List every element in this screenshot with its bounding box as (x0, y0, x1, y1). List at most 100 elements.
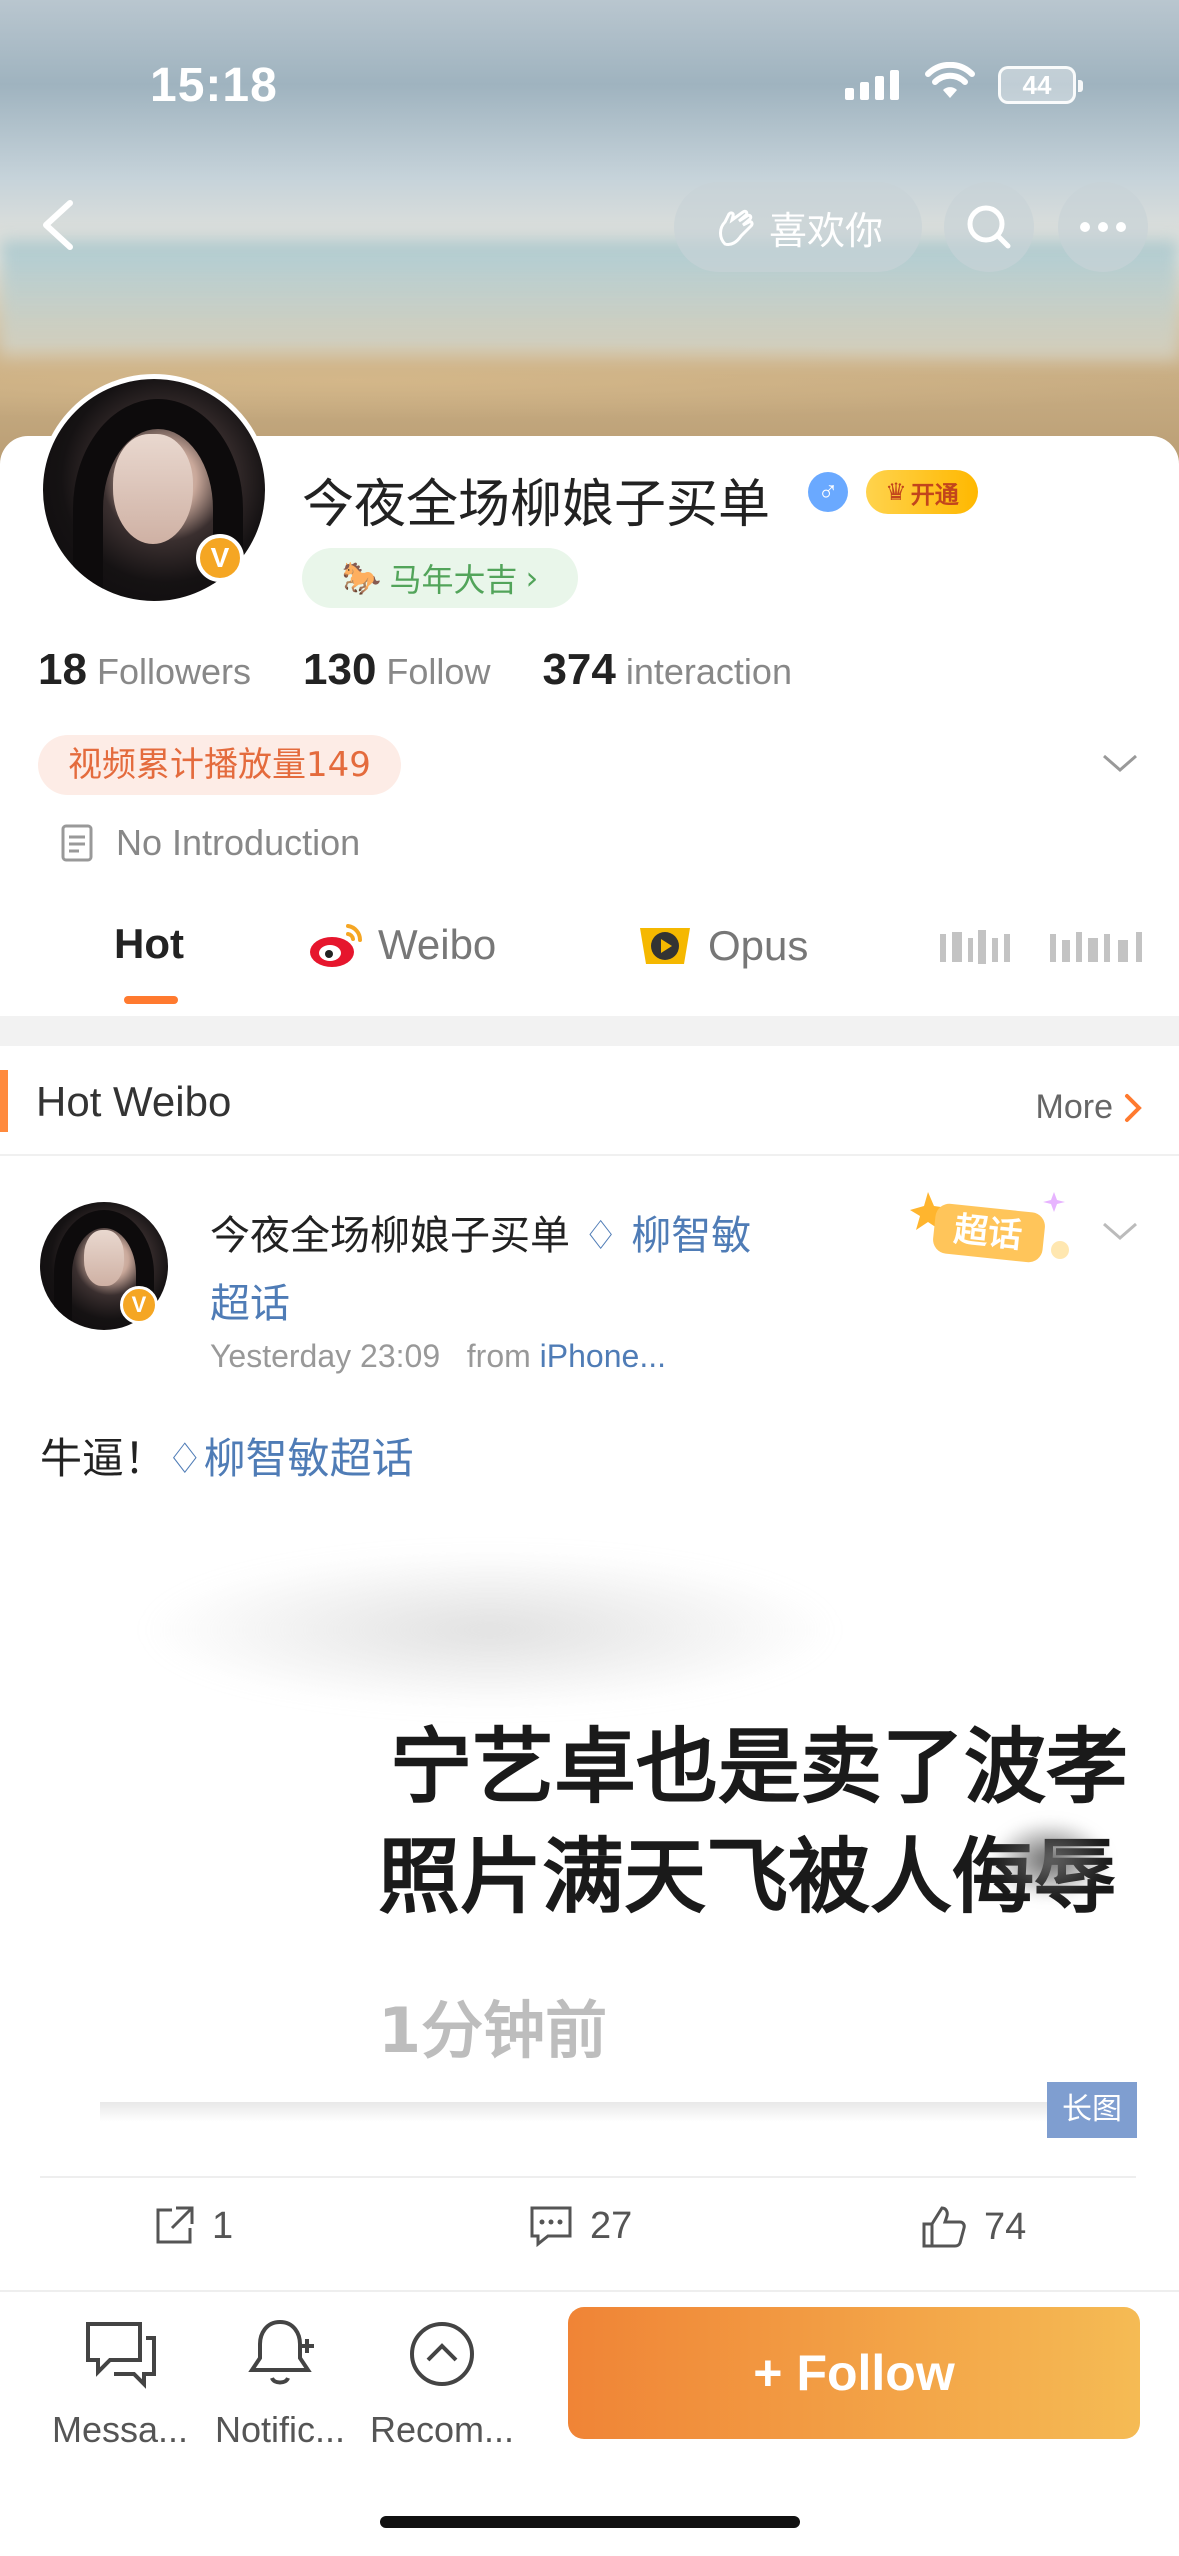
active-tab-indicator (124, 996, 178, 1004)
tab-opus[interactable]: Opus (634, 920, 808, 972)
more-link[interactable]: More (1036, 1088, 1143, 1127)
profile-stats: 18 Followers 130 Follow 374 interaction (38, 645, 792, 695)
post-body: 牛逼！ (40, 1434, 167, 1483)
profile-name: 今夜全场柳娘子买单 (302, 475, 771, 535)
image-smudge (990, 1820, 1110, 1900)
status-bar: 15:18 44 (0, 0, 1179, 170)
battery-indicator: 44 (998, 66, 1083, 104)
horse-icon: 🐎 (341, 559, 382, 597)
messages-icon (86, 2322, 156, 2389)
stat-follow[interactable]: 130 Follow (303, 645, 490, 695)
section-title: Hot Weibo (36, 1078, 232, 1125)
post-text-topic[interactable]: 柳智敏超话 (204, 1434, 414, 1483)
tab-label: Weibo (378, 921, 497, 968)
tab-overflow-blurred[interactable] (940, 928, 1179, 968)
recommend-button[interactable]: Recom... (362, 2314, 522, 2451)
post-author-name[interactable]: 今夜全场柳娘子买单 (210, 1213, 570, 1259)
super-topic-label: 超话 (952, 1209, 1024, 1256)
blurred-tab-icon (940, 930, 1142, 964)
post-topic-suffix[interactable]: 超话 (210, 1281, 290, 1327)
more-icon (1080, 222, 1126, 232)
stat-label: Follow (386, 651, 491, 692)
like-you-label: 喜欢你 (768, 210, 883, 253)
crown-icon: ♛ (885, 478, 907, 506)
clock: 15:18 (150, 59, 278, 112)
tab-label: Hot (114, 920, 184, 967)
more-options-button[interactable] (1058, 182, 1148, 272)
stat-interaction[interactable]: 374 interaction (542, 645, 792, 695)
stat-number: 130 (303, 645, 377, 694)
cellular-signal-icon (845, 70, 899, 100)
like-button[interactable]: 74 (920, 2204, 1026, 2250)
stat-number: 18 (38, 645, 87, 694)
chevron-right-icon (1125, 1093, 1142, 1122)
document-icon (61, 824, 93, 862)
hand-heart-icon (718, 209, 754, 246)
search-button[interactable] (944, 182, 1034, 272)
repost-button[interactable]: 1 (152, 2204, 233, 2248)
super-topic-badge-icon[interactable]: 超话 (900, 1180, 1080, 1270)
vip-label: 开通 (910, 481, 959, 509)
image-text-line: 1分钟前 (378, 1994, 608, 2067)
long-image-badge: 长图 (1047, 2082, 1137, 2138)
image-blur-region (140, 1550, 840, 1710)
search-icon (967, 205, 1011, 249)
verified-badge-icon: V (120, 1286, 158, 1324)
home-indicator (380, 2516, 800, 2528)
post-meta: Yesterday 23:09 from iPhone... (210, 1338, 666, 1375)
post-source[interactable]: iPhone... (540, 1338, 666, 1374)
profile-tag-label: 马年大吉 (389, 561, 518, 599)
post-actions: 1 27 74 (0, 2190, 1179, 2270)
post-text: 牛逼！♢柳智敏超话 (40, 1425, 414, 1486)
repost-count: 1 (212, 2204, 234, 2247)
tab-label: Opus (708, 922, 809, 969)
bell-plus-icon (248, 2319, 314, 2385)
chevron-down-icon[interactable] (1100, 748, 1140, 778)
intro-text: No Introduction (116, 822, 361, 863)
section-accent-bar (0, 1070, 8, 1132)
play-count-badge: 视频累计播放量149 (38, 735, 401, 795)
chevron-up-circle-icon (410, 2322, 474, 2386)
comment-button[interactable]: 27 (528, 2204, 632, 2248)
recommend-label: Recom... (369, 2409, 515, 2450)
hot-weibo-header: Hot Weibo More (0, 1046, 1179, 1156)
tab-hot[interactable]: Hot (114, 920, 184, 968)
comment-icon (530, 2206, 572, 2248)
like-you-button[interactable]: 喜欢你 (674, 182, 922, 272)
post-topic-name[interactable]: 柳智敏 (631, 1213, 751, 1259)
wifi-icon (925, 62, 975, 98)
tab-weibo[interactable]: Weibo (308, 920, 496, 970)
stat-label: interaction (625, 651, 792, 692)
diamond-icon: ♢ (166, 1434, 204, 1483)
stat-number: 374 (542, 645, 616, 694)
comment-count: 27 (590, 2204, 633, 2247)
opus-play-icon (640, 928, 690, 964)
stat-followers[interactable]: 18 Followers (38, 645, 251, 695)
post-author-line: 今夜全场柳娘子买单 ♢ 柳智敏 超话 (210, 1202, 830, 1338)
messages-button[interactable]: Messa... (40, 2314, 200, 2451)
image-text-line: 宁艺卓也是卖了波孝 (390, 1720, 1129, 1815)
image-bottom-edge (100, 2102, 1136, 2122)
profile-tag[interactable]: 🐎 马年大吉 › (302, 548, 578, 608)
stat-label: Followers (96, 651, 251, 692)
section-divider (0, 1016, 1179, 1046)
post-options-chevron-icon[interactable] (1100, 1216, 1140, 1246)
messages-label: Messa... (51, 2409, 189, 2450)
male-gender-icon: ♂ (808, 472, 848, 512)
thumbs-up-icon (922, 2206, 966, 2248)
post-from-label: from (466, 1338, 531, 1374)
notifications-label: Notific... (214, 2409, 346, 2450)
back-icon[interactable] (30, 195, 90, 255)
notifications-button[interactable]: Notific... (200, 2314, 360, 2451)
repost-icon (156, 2206, 194, 2244)
follow-button[interactable]: + Follow (568, 2307, 1140, 2439)
diamond-icon: ♢ (582, 1213, 632, 1259)
plus-icon: + (753, 2345, 783, 2401)
post-divider (40, 2176, 1136, 2178)
profile-intro: No Introduction (60, 822, 360, 864)
post-image[interactable]: 宁艺卓也是卖了波孝 照片满天飞被人侮辱 1分钟前 (40, 1520, 1136, 2140)
vip-badge[interactable]: ♛ 开通 (866, 470, 978, 514)
verified-badge-icon: V (196, 534, 244, 582)
more-label: More (1035, 1088, 1113, 1126)
chevron-right-icon: › (525, 559, 539, 597)
